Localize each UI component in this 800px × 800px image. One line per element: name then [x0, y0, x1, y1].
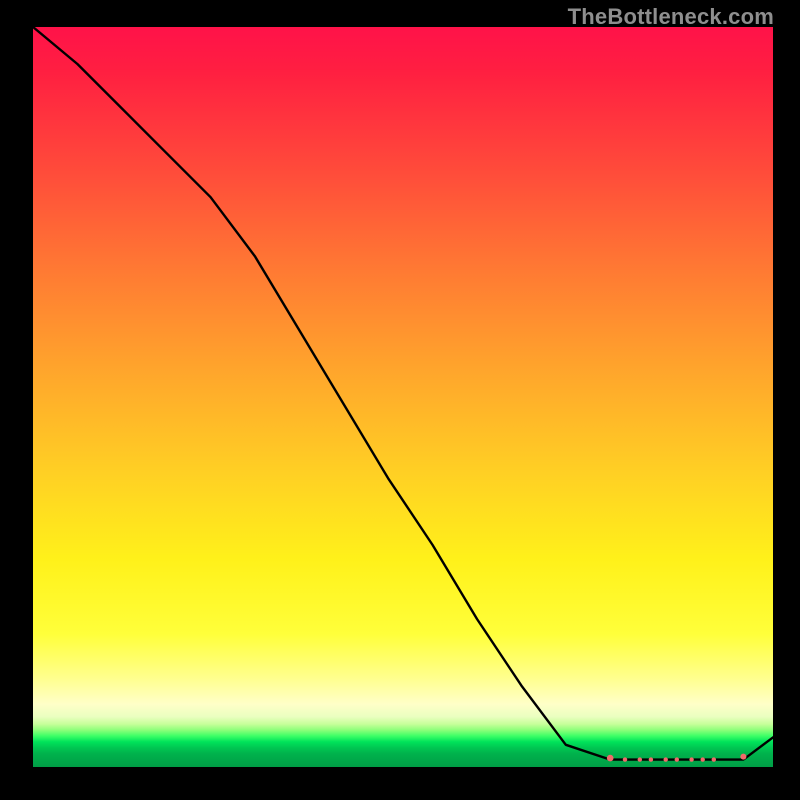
optimal-point [664, 757, 668, 761]
optimal-point [740, 754, 746, 760]
optimal-point [638, 757, 642, 761]
bottleneck-curve-line [33, 27, 773, 760]
optimal-range-markers [607, 754, 747, 762]
optimal-point [607, 755, 614, 762]
optimal-point [712, 757, 716, 761]
optimal-point [649, 757, 653, 761]
chart-svg [33, 27, 773, 767]
chart-stage: TheBottleneck.com [0, 0, 800, 800]
optimal-point [675, 757, 679, 761]
plot-area [33, 27, 773, 767]
optimal-point [689, 757, 693, 761]
optimal-point [701, 757, 705, 761]
optimal-point [623, 757, 627, 761]
